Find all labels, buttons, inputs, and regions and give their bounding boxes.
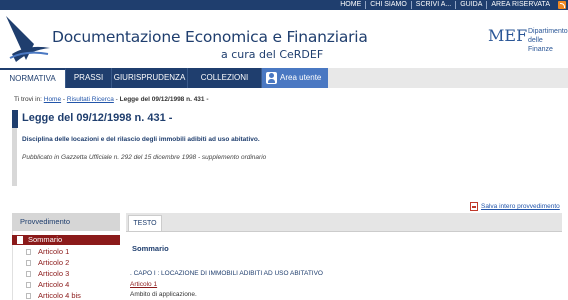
- rss-icon[interactable]: [558, 1, 566, 9]
- site-title: Documentazione Economica e Finanziaria: [52, 28, 368, 46]
- breadcrumb-home[interactable]: Home: [44, 96, 61, 103]
- area-utente-button[interactable]: Area utente: [262, 68, 328, 88]
- sidebar-summary-label: Sommario: [28, 235, 63, 244]
- document-icon: [26, 249, 31, 255]
- sidebar-item-label: Articolo 4: [38, 280, 70, 289]
- department-line-2: delle Finanze: [528, 37, 553, 53]
- article-description: Ambito di applicazione.: [130, 291, 197, 298]
- article-link[interactable]: Articolo 1: [130, 281, 157, 288]
- document-icon: [17, 236, 23, 244]
- sidebar-item-label: Articolo 1: [38, 247, 70, 256]
- document-icon: [26, 293, 31, 299]
- top-nav-guida[interactable]: GUIDA: [456, 1, 488, 9]
- top-nav-home[interactable]: HOME: [336, 1, 367, 9]
- sidebar-heading: Provvedimento: [12, 213, 120, 231]
- breadcrumb: Ti trovi in: Home - Risultati Ricerca - …: [14, 96, 209, 103]
- content-tabs: [126, 213, 562, 231]
- breadcrumb-prefix: Ti trovi in:: [14, 96, 42, 103]
- description-accent-bar: [12, 128, 17, 186]
- pdf-icon[interactable]: [470, 202, 478, 211]
- mef-logo[interactable]: MEF: [488, 26, 527, 45]
- main-nav: NORMATIVA PRASSI GIURISPRUDENZA COLLEZIO…: [0, 68, 568, 88]
- divider: [126, 231, 562, 232]
- user-icon: [266, 72, 277, 84]
- sidebar-item-label: Articolo 4 bis: [38, 291, 81, 300]
- document-icon: [26, 260, 31, 266]
- publication-info: Pubblicato in Gazzetta Ufficiale n. 292 …: [22, 154, 267, 161]
- top-nav-scrivi[interactable]: SCRIVI A...: [412, 1, 457, 9]
- save-full-provision-link[interactable]: Salva intero provvedimento: [481, 203, 560, 210]
- tab-collezioni[interactable]: COLLEZIONI: [188, 68, 262, 88]
- document-icon: [26, 282, 31, 288]
- top-nav-area-riservata[interactable]: AREA RISERVATA: [487, 1, 554, 9]
- site-logo-icon[interactable]: [4, 14, 52, 66]
- content-title: Sommario: [132, 244, 169, 253]
- sidebar-item-sommario[interactable]: Sommario: [12, 235, 120, 245]
- breadcrumb-results[interactable]: Risultati Ricerca: [67, 96, 114, 103]
- department-line-1: Dipartimento: [528, 28, 568, 35]
- sidebar-item-label: Articolo 2: [38, 258, 70, 267]
- document-icon: [26, 271, 31, 277]
- nav-filler: [328, 68, 568, 88]
- breadcrumb-current: Legge del 09/12/1998 n. 431 -: [119, 96, 209, 103]
- site-header: Documentazione Economica e Finanziaria a…: [0, 10, 568, 68]
- top-nav: HOME CHI SIAMO SCRIVI A... GUIDA AREA RI…: [336, 0, 554, 10]
- department-label: Dipartimento delle Finanze: [528, 27, 568, 54]
- tab-prassi[interactable]: PRASSI: [66, 68, 112, 88]
- chapter-heading: . CAPO I : LOCAZIONE DI IMMOBILI ADIBITI…: [130, 270, 323, 277]
- tab-giurisprudenza[interactable]: GIURISPRUDENZA: [112, 68, 188, 88]
- tab-testo[interactable]: TESTO: [128, 215, 162, 231]
- site-subtitle: a cura del CeRDEF: [221, 48, 324, 61]
- document-description: Disciplina delle locazioni e del rilasci…: [22, 136, 260, 143]
- top-nav-chi-siamo[interactable]: CHI SIAMO: [366, 1, 412, 9]
- page-title: Legge del 09/12/1998 n. 431 -: [22, 112, 173, 124]
- area-utente-label: Area utente: [280, 73, 322, 82]
- tab-normativa[interactable]: NORMATIVA: [0, 68, 66, 88]
- title-accent-bar: [12, 110, 18, 128]
- sidebar-item-label: Articolo 3: [38, 269, 70, 278]
